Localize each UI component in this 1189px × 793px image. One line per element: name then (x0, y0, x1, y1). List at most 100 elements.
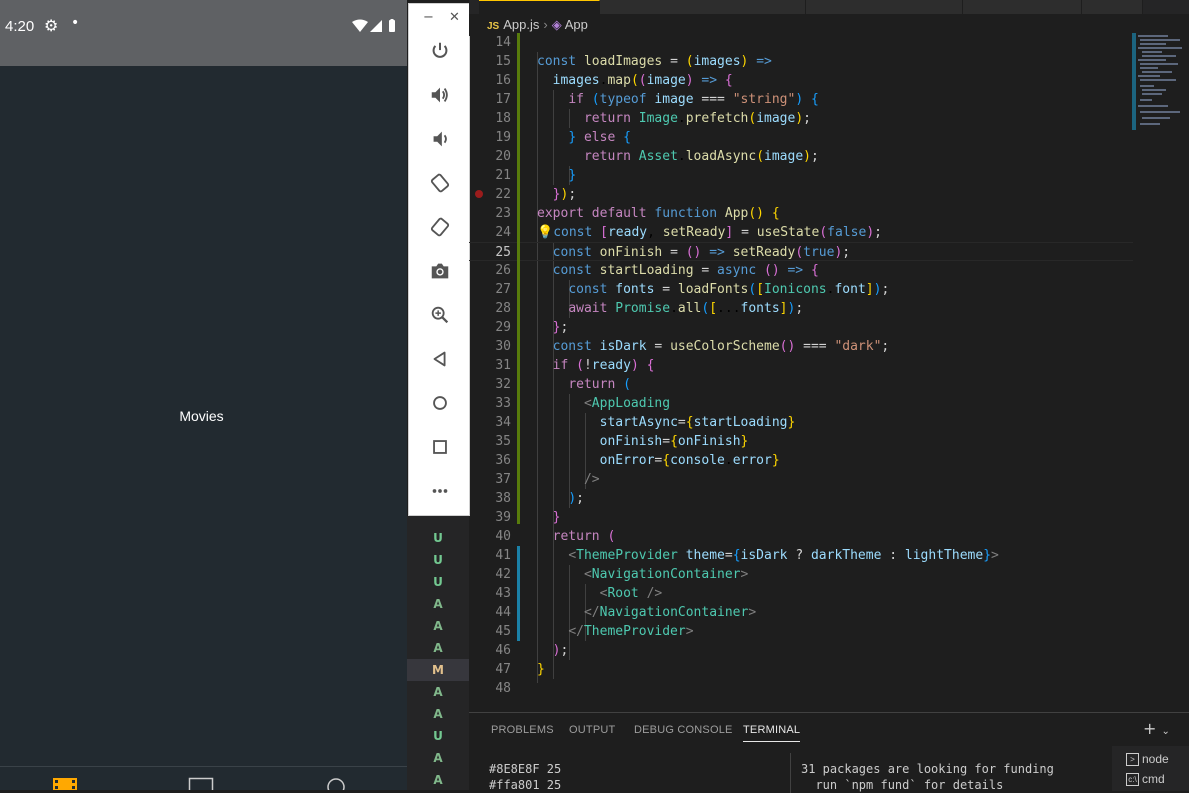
line-number: 34 (495, 415, 511, 430)
line-number: 21 (495, 168, 511, 183)
editor-tab[interactable] (600, 0, 806, 14)
code-line: 37 /> (469, 470, 1133, 489)
scm-status-letter[interactable]: A (407, 703, 469, 725)
power-icon[interactable] (427, 38, 453, 64)
code-line: 17 if (typeof image === "string") { (469, 90, 1133, 109)
code-line: 31 if (!ready) { (469, 356, 1133, 375)
panel-tab-debug-console[interactable]: DEBUG CONSOLE (634, 724, 733, 736)
line-number: 27 (495, 282, 511, 297)
line-number: 45 (495, 624, 511, 639)
film-icon[interactable] (52, 775, 78, 790)
home-icon[interactable] (427, 390, 453, 416)
line-number: 35 (495, 434, 511, 449)
scm-status-letter[interactable]: A (407, 747, 469, 769)
terminal-item-label: node (1142, 752, 1169, 766)
phone-bottom-tab-bar (0, 766, 407, 790)
code-line: 46 ); (469, 641, 1133, 660)
code-line: 21 } (469, 166, 1133, 185)
breadcrumb-file[interactable]: App.js (503, 17, 539, 32)
code-line: 14 (469, 33, 1133, 52)
terminal-line: #ffa801 25 (489, 778, 562, 792)
line-number: 43 (495, 586, 511, 601)
scm-status-letter[interactable]: U (407, 571, 469, 593)
line-number: 42 (495, 567, 511, 582)
minimize-button[interactable]: − (423, 10, 434, 25)
code-line: 47} (469, 660, 1133, 679)
emulator-toolbar: − ✕ (408, 3, 470, 516)
rotate-right-icon[interactable] (427, 214, 453, 240)
camera-icon[interactable] (427, 258, 453, 284)
scm-status-letter[interactable]: A (407, 615, 469, 637)
line-number: 32 (495, 377, 511, 392)
terminal-item-cmd[interactable]: c:\ cmd (1126, 770, 1165, 788)
scm-status-letter[interactable]: A (407, 769, 469, 791)
line-number: 41 (495, 548, 511, 563)
more-icon[interactable] (427, 478, 453, 504)
panel-tab-terminal[interactable]: TERMINAL (743, 724, 801, 742)
line-number: 19 (495, 130, 511, 145)
line-number: 37 (495, 472, 511, 487)
overview-icon[interactable] (427, 434, 453, 460)
terminal-item-label: cmd (1142, 772, 1165, 786)
editor-tab[interactable] (1082, 0, 1143, 14)
zoom-icon[interactable] (427, 302, 453, 328)
phone-emulator-screen[interactable]: 4:20 ⚙ • Movies (0, 0, 407, 790)
terminal-split-divider[interactable] (790, 753, 791, 793)
screen-title: Movies (179, 408, 224, 424)
line-number: 18 (495, 111, 511, 126)
search-icon[interactable] (324, 775, 350, 790)
code-line: 35 onFinish={onFinish} (469, 432, 1133, 451)
code-line: 32 return ( (469, 375, 1133, 394)
editor-tab[interactable] (806, 0, 963, 14)
terminal-output-right[interactable]: 31 packages are looking for funding run … (801, 761, 1054, 793)
code-line: 33 <AppLoading (469, 394, 1133, 413)
scm-status-letter[interactable]: A (407, 637, 469, 659)
rotate-left-icon[interactable] (427, 170, 453, 196)
close-button[interactable]: ✕ (449, 10, 460, 25)
volume-up-icon[interactable] (427, 82, 453, 108)
minimap[interactable] (1132, 33, 1189, 133)
scm-status-letter[interactable]: U (407, 527, 469, 549)
code-line: 23 export default function App() { (469, 204, 1133, 223)
phone-status-bar: 4:20 ⚙ • (0, 0, 407, 66)
line-number: 28 (495, 301, 511, 316)
phone-app-content: Movies (0, 66, 407, 766)
code-line: 24 💡const [ready, setReady] = useState(fa… (469, 223, 1133, 242)
code-line: 43 <Root /> (469, 584, 1133, 603)
code-editor[interactable]: 14 15 const loadImages = (images) => 16 i… (469, 33, 1189, 713)
code-line: 40 return ( (469, 527, 1133, 546)
code-line: 39 } (469, 508, 1133, 527)
code-line: 36 onError={console.error} (469, 451, 1133, 470)
editor-tab[interactable] (963, 0, 1082, 14)
editor-tab-active[interactable] (479, 0, 600, 14)
scm-status-letter[interactable]: A (407, 593, 469, 615)
scm-status-letter[interactable]: M (407, 659, 469, 681)
line-number: 23 (495, 206, 511, 221)
cmd-icon: c:\ (1126, 773, 1139, 787)
line-number: 26 (495, 263, 511, 278)
panel-tab-output[interactable]: OUTPUT (569, 724, 615, 736)
terminal-output-left[interactable]: #8E8E8F 25 #ffa801 25 (489, 761, 561, 793)
status-time: 4:20 (5, 18, 35, 35)
terminal-item-node[interactable]: > node (1126, 750, 1169, 768)
panel-tab-problems[interactable]: PROBLEMS (491, 724, 554, 736)
tv-icon[interactable] (188, 775, 214, 790)
line-number: 16 (495, 73, 511, 88)
chevron-down-icon[interactable]: ⌄ (1162, 726, 1170, 737)
chevron-right-icon: › (543, 17, 548, 32)
notification-dot-icon: • (71, 15, 80, 31)
scm-status-letter[interactable]: U (407, 549, 469, 571)
line-number: 17 (495, 92, 511, 107)
code-line: 16 images.map((image) => { (469, 71, 1133, 90)
breadcrumb-symbol[interactable]: App (565, 17, 588, 32)
add-terminal-icon[interactable]: + (1143, 719, 1156, 738)
scm-status-letter[interactable]: A (407, 681, 469, 703)
scm-status-letter[interactable]: U (407, 725, 469, 747)
terminal-line: run `npm fund` for details (801, 778, 1004, 792)
bottom-panel: PROBLEMS OUTPUT DEBUG CONSOLE TERMINAL +… (469, 712, 1189, 793)
lightbulb-icon: 💡 (537, 225, 554, 240)
line-number: 24 (495, 225, 511, 240)
back-icon[interactable] (427, 346, 453, 372)
volume-down-icon[interactable] (427, 126, 453, 152)
js-file-icon: JS (487, 21, 500, 32)
